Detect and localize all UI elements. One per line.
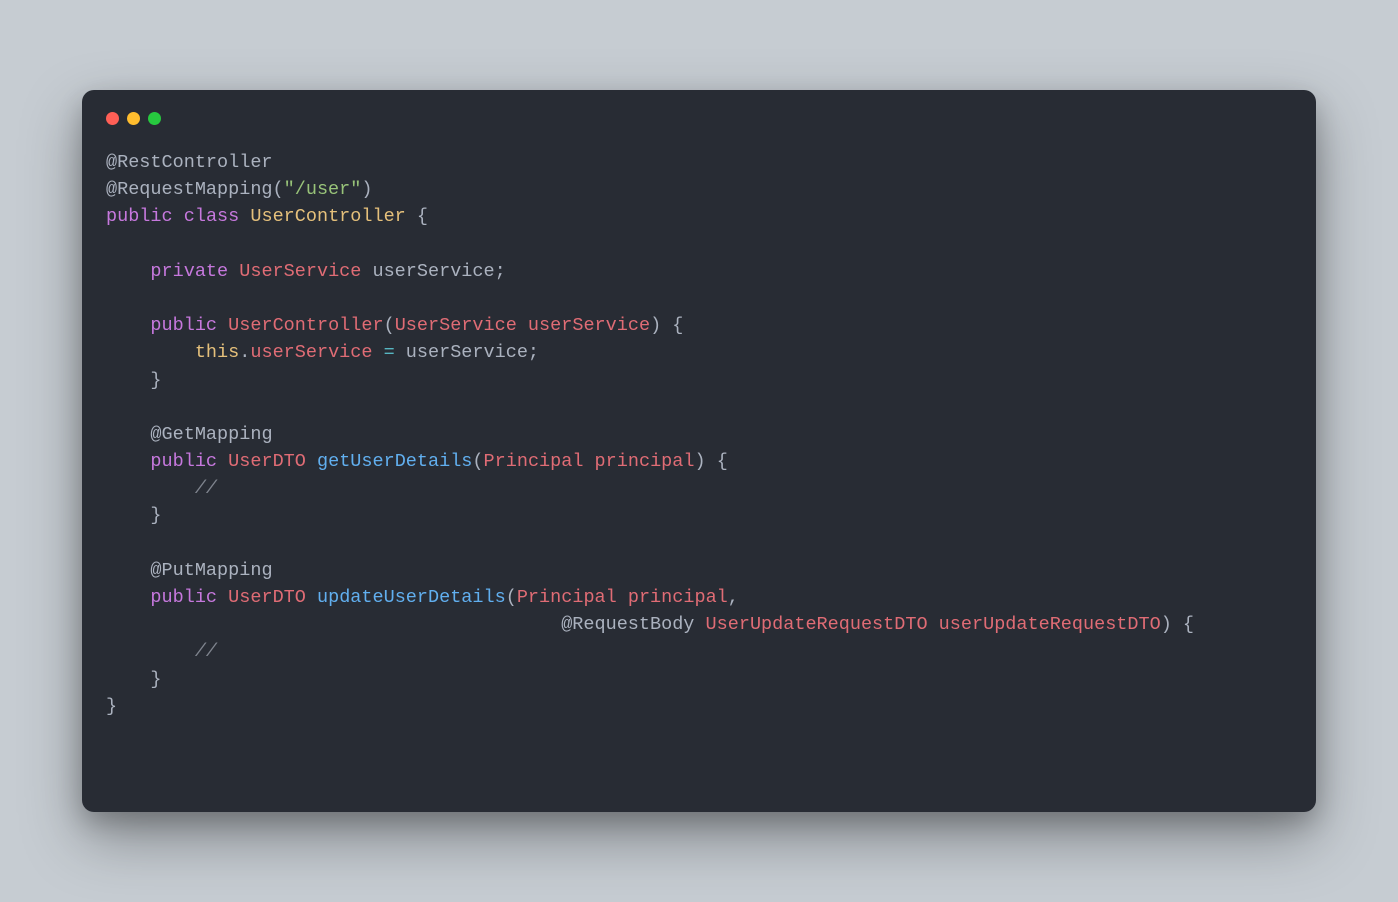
traffic-lights bbox=[106, 112, 1292, 125]
annotation: @RequestBody bbox=[561, 614, 694, 635]
param-type: UserService bbox=[395, 315, 517, 336]
param-type: Principal bbox=[484, 451, 584, 472]
brace: } bbox=[150, 669, 161, 690]
brace: { bbox=[406, 206, 428, 227]
field-ref: userService bbox=[250, 342, 372, 363]
annotation: @GetMapping bbox=[150, 424, 272, 445]
indent bbox=[106, 342, 195, 363]
indent bbox=[106, 315, 150, 336]
code-block: @RestController @RequestMapping("/user")… bbox=[106, 149, 1292, 720]
brace: { bbox=[1172, 614, 1194, 635]
field-name: userService bbox=[361, 261, 494, 282]
minimize-icon[interactable] bbox=[127, 112, 140, 125]
method-name: updateUserDetails bbox=[317, 587, 506, 608]
param-name: userUpdateRequestDTO bbox=[928, 614, 1161, 635]
class-name: UserController bbox=[250, 206, 405, 227]
indent bbox=[106, 587, 150, 608]
comment: // bbox=[195, 641, 217, 662]
code-window: @RestController @RequestMapping("/user")… bbox=[82, 90, 1316, 812]
punct: ( bbox=[472, 451, 483, 472]
type-name: UserService bbox=[239, 261, 361, 282]
indent bbox=[106, 261, 150, 282]
indent bbox=[106, 560, 150, 581]
indent bbox=[106, 451, 150, 472]
annotation: @PutMapping bbox=[150, 560, 272, 581]
punct: ; bbox=[495, 261, 506, 282]
param-type: UserUpdateRequestDTO bbox=[706, 614, 928, 635]
keyword: public bbox=[106, 206, 173, 227]
punct: ( bbox=[384, 315, 395, 336]
brace: } bbox=[106, 696, 117, 717]
param-name: userService bbox=[517, 315, 650, 336]
indent bbox=[106, 641, 195, 662]
keyword: class bbox=[184, 206, 240, 227]
punct: ) bbox=[694, 451, 705, 472]
return-type: UserDTO bbox=[228, 587, 306, 608]
punct: ) bbox=[361, 179, 372, 200]
indent bbox=[106, 424, 150, 445]
punct: ) bbox=[1161, 614, 1172, 635]
indent bbox=[106, 614, 561, 635]
annotation: @RestController bbox=[106, 152, 273, 173]
keyword: public bbox=[150, 451, 217, 472]
punct: ( bbox=[273, 179, 284, 200]
brace: { bbox=[661, 315, 683, 336]
keyword: public bbox=[150, 315, 217, 336]
brace: } bbox=[150, 505, 161, 526]
indent bbox=[106, 669, 150, 690]
constructor-name: UserController bbox=[228, 315, 383, 336]
comment: // bbox=[195, 478, 217, 499]
indent bbox=[106, 478, 195, 499]
string-literal: "/user" bbox=[284, 179, 362, 200]
punct: ( bbox=[506, 587, 517, 608]
keyword: public bbox=[150, 587, 217, 608]
punct: ) bbox=[650, 315, 661, 336]
param-type: Principal bbox=[517, 587, 617, 608]
operator: = bbox=[372, 342, 405, 363]
this-keyword: this bbox=[195, 342, 239, 363]
close-icon[interactable] bbox=[106, 112, 119, 125]
param-name: principal bbox=[583, 451, 694, 472]
annotation: @RequestMapping bbox=[106, 179, 273, 200]
return-type: UserDTO bbox=[228, 451, 306, 472]
punct: , bbox=[728, 587, 739, 608]
keyword: private bbox=[150, 261, 228, 282]
punct: . bbox=[239, 342, 250, 363]
punct: ; bbox=[528, 342, 539, 363]
maximize-icon[interactable] bbox=[148, 112, 161, 125]
var-ref: userService bbox=[406, 342, 528, 363]
indent bbox=[106, 505, 150, 526]
brace: } bbox=[150, 370, 161, 391]
param-name: principal bbox=[617, 587, 728, 608]
brace: { bbox=[706, 451, 728, 472]
method-name: getUserDetails bbox=[317, 451, 472, 472]
indent bbox=[106, 370, 150, 391]
